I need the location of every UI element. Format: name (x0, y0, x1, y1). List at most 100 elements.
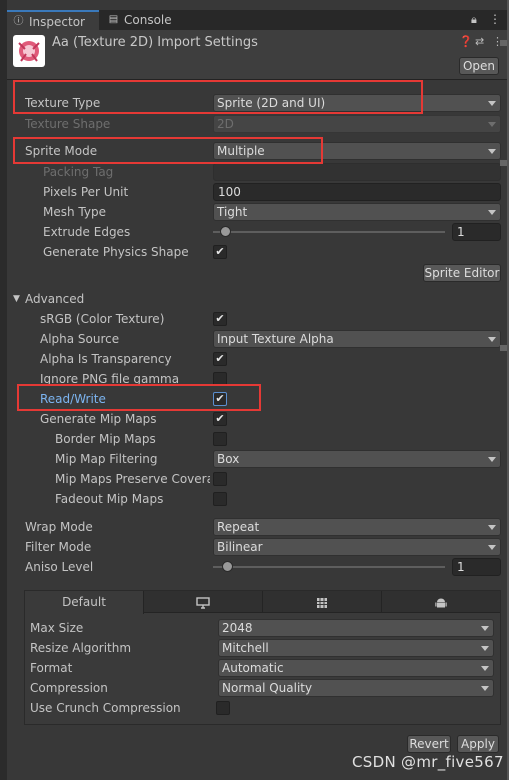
alpha-is-transparency-label: Alpha Is Transparency (40, 352, 172, 366)
alpha-is-transparency-row: Alpha Is Transparency ✔ (7, 349, 507, 369)
chevron-down-icon (488, 210, 496, 215)
highlight-box-read-write (17, 384, 261, 411)
srgb-row: sRGB (Color Texture) ✔ (7, 309, 507, 329)
generate-mip-maps-checkbox[interactable]: ✔ (213, 412, 227, 426)
texture-shape-row: Texture Shape 2D (7, 114, 507, 134)
tab-bar: ⓘ Inspector ▤ Console 🔒︎ ⋮ (7, 10, 507, 30)
foldout-arrow-icon[interactable]: ▼ (13, 289, 20, 309)
help-icon[interactable]: ❓ (459, 35, 473, 48)
fadeout-mip-maps-checkbox[interactable] (213, 492, 227, 506)
format-value: Automatic (222, 661, 284, 675)
alpha-source-dropdown[interactable]: Input Texture Alpha (213, 330, 501, 348)
chevron-down-icon (488, 149, 496, 154)
max-size-dropdown[interactable]: 2048 (218, 619, 494, 637)
extrude-edges-row: Extrude Edges 1 (7, 222, 507, 242)
more-menu-icon[interactable]: ⋮ (489, 12, 501, 26)
packing-tag-label: Packing Tag (43, 165, 114, 179)
advanced-foldout[interactable]: ▼ Advanced (7, 289, 507, 309)
aniso-level-label: Aniso Level (25, 560, 94, 574)
open-button[interactable]: Open (459, 57, 499, 75)
filter-mode-row: Filter Mode Bilinear (7, 537, 507, 557)
filter-mode-label: Filter Mode (25, 540, 92, 554)
format-dropdown[interactable]: Automatic (218, 659, 494, 677)
mip-maps-preserve-coverage-checkbox[interactable] (213, 472, 227, 486)
max-size-row: Max Size 2048 (25, 618, 500, 638)
tab-android[interactable] (382, 591, 500, 613)
tab-inspector[interactable]: ⓘ Inspector (7, 10, 99, 30)
chevron-down-icon (481, 666, 489, 671)
texture-thumbnail (13, 35, 45, 67)
mesh-type-value: Tight (217, 205, 248, 219)
alpha-source-value: Input Texture Alpha (217, 332, 334, 346)
max-size-label: Max Size (30, 621, 84, 635)
compression-dropdown[interactable]: Normal Quality (218, 679, 494, 697)
chevron-down-icon (488, 101, 496, 106)
aniso-level-slider-handle[interactable] (221, 561, 233, 572)
mesh-type-dropdown[interactable]: Tight (213, 203, 501, 221)
mip-map-filtering-label: Mip Map Filtering (55, 452, 158, 466)
extrude-edges-slider-handle[interactable] (219, 226, 231, 237)
use-crunch-checkbox[interactable] (216, 701, 230, 715)
tab-standalone[interactable] (144, 591, 263, 613)
background-fragment (500, 40, 507, 46)
pixels-per-unit-field[interactable]: 100 (213, 183, 501, 201)
wrap-mode-label: Wrap Mode (25, 520, 93, 534)
alpha-source-label: Alpha Source (40, 332, 120, 346)
border-mip-maps-checkbox[interactable] (213, 432, 227, 446)
info-icon: ⓘ (13, 16, 24, 27)
resize-algorithm-dropdown[interactable]: Mitchell (218, 639, 494, 657)
filter-mode-value: Bilinear (217, 540, 263, 554)
mip-map-filtering-row: Mip Map Filtering Box (7, 449, 507, 469)
use-crunch-row: Use Crunch Compression (25, 698, 500, 718)
generate-mip-maps-row: Generate Mip Maps ✔ (7, 409, 507, 429)
format-label: Format (30, 661, 73, 675)
border-mip-maps-row: Border Mip Maps (7, 429, 507, 449)
chevron-down-icon (488, 337, 496, 342)
filter-mode-dropdown[interactable]: Bilinear (213, 538, 501, 556)
compression-value: Normal Quality (222, 681, 313, 695)
pixels-per-unit-label: Pixels Per Unit (43, 185, 129, 199)
pixels-per-unit-row: Pixels Per Unit 100 (7, 182, 507, 202)
fadeout-mip-maps-row: Fadeout Mip Maps (7, 489, 507, 509)
alpha-is-transparency-checkbox[interactable]: ✔ (213, 352, 227, 366)
tab-default[interactable]: Default (25, 591, 144, 614)
aniso-level-field[interactable]: 1 (452, 558, 501, 576)
chevron-down-icon (488, 457, 496, 462)
texture-shape-value: 2D (217, 117, 234, 131)
chevron-down-icon (481, 646, 489, 651)
chevron-down-icon (488, 525, 496, 530)
compression-row: Compression Normal Quality (25, 678, 500, 698)
tab-console[interactable]: ▤ Console (102, 10, 192, 30)
generate-mip-maps-label: Generate Mip Maps (40, 412, 157, 426)
highlight-box-texture-type (13, 80, 423, 114)
platform-tabs: Default (25, 591, 500, 614)
generate-physics-shape-checkbox[interactable]: ✔ (213, 245, 227, 259)
mip-map-filtering-value: Box (217, 452, 240, 466)
monitor-icon (196, 596, 210, 609)
revert-button[interactable]: Revert (407, 735, 451, 753)
page-title: Aa (Texture 2D) Import Settings (52, 35, 258, 50)
mip-maps-preserve-coverage-row: Mip Maps Preserve Coverag (7, 469, 507, 489)
srgb-checkbox[interactable]: ✔ (213, 312, 227, 326)
wrap-mode-dropdown[interactable]: Repeat (213, 518, 501, 536)
left-panel-edge (0, 0, 7, 780)
aniso-level-slider-track[interactable] (213, 566, 445, 568)
extrude-edges-label: Extrude Edges (43, 225, 131, 239)
tab-server[interactable] (263, 591, 382, 613)
extrude-edges-field[interactable]: 1 (452, 223, 501, 241)
mesh-type-row: Mesh Type Tight (7, 202, 507, 222)
lock-icon[interactable]: 🔒︎ (471, 13, 477, 27)
border-mip-maps-label: Border Mip Maps (55, 432, 156, 446)
mip-maps-preserve-coverage-label: Mip Maps Preserve Coverag (55, 472, 210, 486)
preset-icon[interactable]: ⇄ (475, 35, 484, 48)
alpha-source-row: Alpha Source Input Texture Alpha (7, 329, 507, 349)
extrude-edges-slider-track[interactable] (213, 231, 445, 233)
mip-map-filtering-dropdown[interactable]: Box (213, 450, 501, 468)
sprite-editor-button[interactable]: Sprite Editor (423, 264, 501, 282)
packing-tag-row: Packing Tag (7, 162, 507, 182)
apply-button[interactable]: Apply (457, 735, 499, 753)
tab-console-label: Console (124, 13, 172, 27)
wrap-mode-row: Wrap Mode Repeat (7, 517, 507, 537)
max-size-value: 2048 (222, 621, 253, 635)
mesh-type-label: Mesh Type (43, 205, 106, 219)
